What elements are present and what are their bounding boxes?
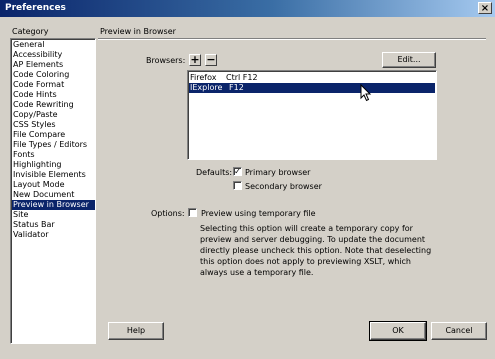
category-item-file-types-editors[interactable]: File Types / Editors bbox=[12, 140, 95, 150]
category-item-invisible-elements[interactable]: Invisible Elements bbox=[12, 170, 95, 180]
category-item-preview-in-browser[interactable]: Preview in Browser bbox=[12, 200, 95, 210]
category-list[interactable]: General Accessibility AP Elements Code C… bbox=[10, 38, 96, 344]
browser-row-iexplore[interactable]: IExplore F12 bbox=[189, 83, 435, 93]
category-item-code-coloring[interactable]: Code Coloring bbox=[12, 70, 95, 80]
secondary-browser-label: Secondary browser bbox=[245, 182, 322, 191]
category-heading: Category bbox=[12, 27, 49, 36]
temporary-file-description: Selecting this option will create a temp… bbox=[200, 224, 432, 277]
title-bar: Preferences × bbox=[0, 0, 495, 17]
category-item-code-rewriting[interactable]: Code Rewriting bbox=[12, 100, 95, 110]
category-item-code-hints[interactable]: Code Hints bbox=[12, 90, 95, 100]
category-item-layout-mode[interactable]: Layout Mode bbox=[12, 180, 95, 190]
plus-icon: + bbox=[190, 53, 200, 66]
panel-title: Preview in Browser bbox=[100, 27, 176, 36]
category-item-general[interactable]: General bbox=[12, 40, 95, 50]
ok-button[interactable]: OK bbox=[369, 321, 427, 341]
category-item-file-compare[interactable]: File Compare bbox=[12, 130, 95, 140]
primary-browser-label: Primary browser bbox=[245, 168, 311, 177]
category-item-fonts[interactable]: Fonts bbox=[12, 150, 95, 160]
category-item-new-document[interactable]: New Document bbox=[12, 190, 95, 200]
edit-browser-button[interactable]: Edit... bbox=[382, 52, 436, 68]
category-item-code-format[interactable]: Code Format bbox=[12, 80, 95, 90]
category-item-validator[interactable]: Validator bbox=[12, 230, 95, 240]
browser-name: Firefox bbox=[190, 73, 217, 82]
cancel-button[interactable]: Cancel bbox=[431, 322, 487, 340]
category-item-site[interactable]: Site bbox=[12, 210, 95, 220]
browser-name: IExplore bbox=[190, 83, 223, 92]
options-label: Options: bbox=[151, 209, 185, 218]
browser-shortcut: Ctrl F12 bbox=[226, 73, 258, 82]
window-title: Preferences bbox=[5, 3, 66, 13]
category-item-accessibility[interactable]: Accessibility bbox=[12, 50, 95, 60]
browser-row-firefox[interactable]: Firefox Ctrl F12 bbox=[189, 73, 435, 83]
browsers-label: Browsers: bbox=[146, 56, 186, 65]
category-item-highlighting[interactable]: Highlighting bbox=[12, 160, 95, 170]
help-button[interactable]: Help bbox=[108, 322, 164, 340]
category-item-ap-elements[interactable]: AP Elements bbox=[12, 60, 95, 70]
category-item-css-styles[interactable]: CSS Styles bbox=[12, 120, 95, 130]
secondary-browser-checkbox[interactable] bbox=[233, 181, 242, 190]
temporary-file-checkbox[interactable] bbox=[188, 208, 197, 217]
panel-title-divider bbox=[98, 38, 486, 40]
checkmark-icon: ✓ bbox=[234, 167, 241, 176]
mouse-cursor-icon bbox=[360, 84, 372, 102]
temporary-file-label: Preview using temporary file bbox=[201, 209, 316, 218]
primary-browser-checkbox[interactable]: ✓ bbox=[233, 167, 242, 176]
add-browser-button[interactable]: + bbox=[189, 54, 201, 66]
minus-icon: − bbox=[206, 53, 216, 66]
category-item-copy-paste[interactable]: Copy/Paste bbox=[12, 110, 95, 120]
browser-shortcut: F12 bbox=[229, 83, 244, 92]
browser-list[interactable]: Firefox Ctrl F12 IExplore F12 bbox=[187, 70, 437, 160]
remove-browser-button[interactable]: − bbox=[205, 54, 217, 66]
defaults-label: Defaults: bbox=[196, 168, 233, 177]
category-item-status-bar[interactable]: Status Bar bbox=[12, 220, 95, 230]
close-icon: × bbox=[480, 3, 490, 14]
close-button[interactable]: × bbox=[478, 2, 492, 14]
